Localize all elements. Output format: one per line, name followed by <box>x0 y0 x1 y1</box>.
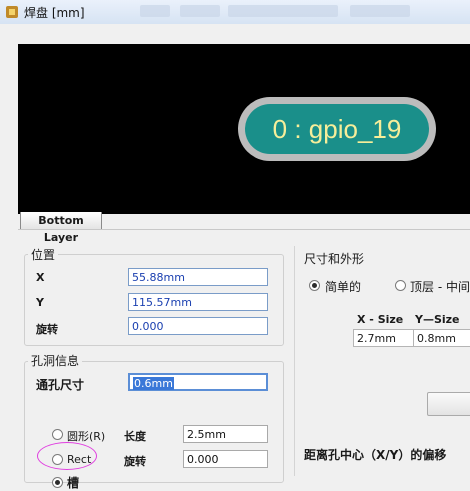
hole-size-label: 通孔尺寸 <box>36 378 85 392</box>
x-label: X <box>36 271 45 284</box>
hole-size-value: 0.6mm <box>133 377 174 390</box>
window-title: 焊盘 [mm] <box>24 6 85 20</box>
y-field[interactable]: 115.57mm <box>128 293 268 311</box>
tab-bottom-layer[interactable]: Bottom Layer <box>20 212 102 244</box>
y-size-header: Y—Size <box>415 313 460 326</box>
pad-app-icon <box>6 6 18 18</box>
radio-simple[interactable] <box>309 280 320 291</box>
background-toolbar-ghost <box>350 5 410 17</box>
background-toolbar-ghost <box>140 5 170 17</box>
title-bar: 焊盘 [mm] <box>0 0 470 25</box>
length-field[interactable]: 2.5mm <box>183 425 268 443</box>
rotation-field[interactable]: 0.000 <box>128 317 268 335</box>
partial-button[interactable] <box>427 392 470 416</box>
radio-slot-label[interactable]: 槽 <box>67 474 79 491</box>
radio-slot[interactable] <box>52 477 63 488</box>
hole-info-group-title: 孔洞信息 <box>28 352 83 369</box>
offset-label: 距离孔中心（X/Y）的偏移 <box>304 448 447 462</box>
radio-round[interactable] <box>52 429 63 440</box>
x-size-cell[interactable]: 2.7mm <box>353 329 414 347</box>
hole-size-field[interactable]: 0.6mm <box>128 373 268 391</box>
pad-dialog: 0 : gpio_19 Bottom Layer 位置 X 55.88mm Y … <box>0 24 470 490</box>
x-field[interactable]: 55.88mm <box>128 268 268 286</box>
rotation-label: 旋转 <box>36 323 58 336</box>
length-label: 长度 <box>124 430 146 443</box>
divider <box>18 229 470 230</box>
pad-preview-shape: 0 : gpio_19 <box>238 97 436 161</box>
hole-rotation-field[interactable]: 0.000 <box>183 450 268 468</box>
highlight-ellipse <box>37 442 97 470</box>
x-size-header: X - Size <box>357 313 404 326</box>
background-toolbar-ghost <box>180 5 220 17</box>
size-shape-title: 尺寸和外形 <box>304 252 365 266</box>
radio-simple-label[interactable]: 简单的 <box>325 278 361 295</box>
radio-top-middle-label[interactable]: 顶层 - 中间 <box>410 278 470 295</box>
pad-designator: 0 : gpio_19 <box>245 104 429 154</box>
pad-preview-canvas[interactable]: 0 : gpio_19 <box>18 44 470 214</box>
radio-top-middle[interactable] <box>395 280 406 291</box>
y-size-cell[interactable]: 0.8mm <box>413 329 470 347</box>
position-group-title: 位置 <box>28 246 59 263</box>
y-label: Y <box>36 296 44 309</box>
background-toolbar-ghost <box>228 5 338 17</box>
panel-divider <box>294 246 295 476</box>
hole-rotation-label: 旋转 <box>124 455 146 468</box>
